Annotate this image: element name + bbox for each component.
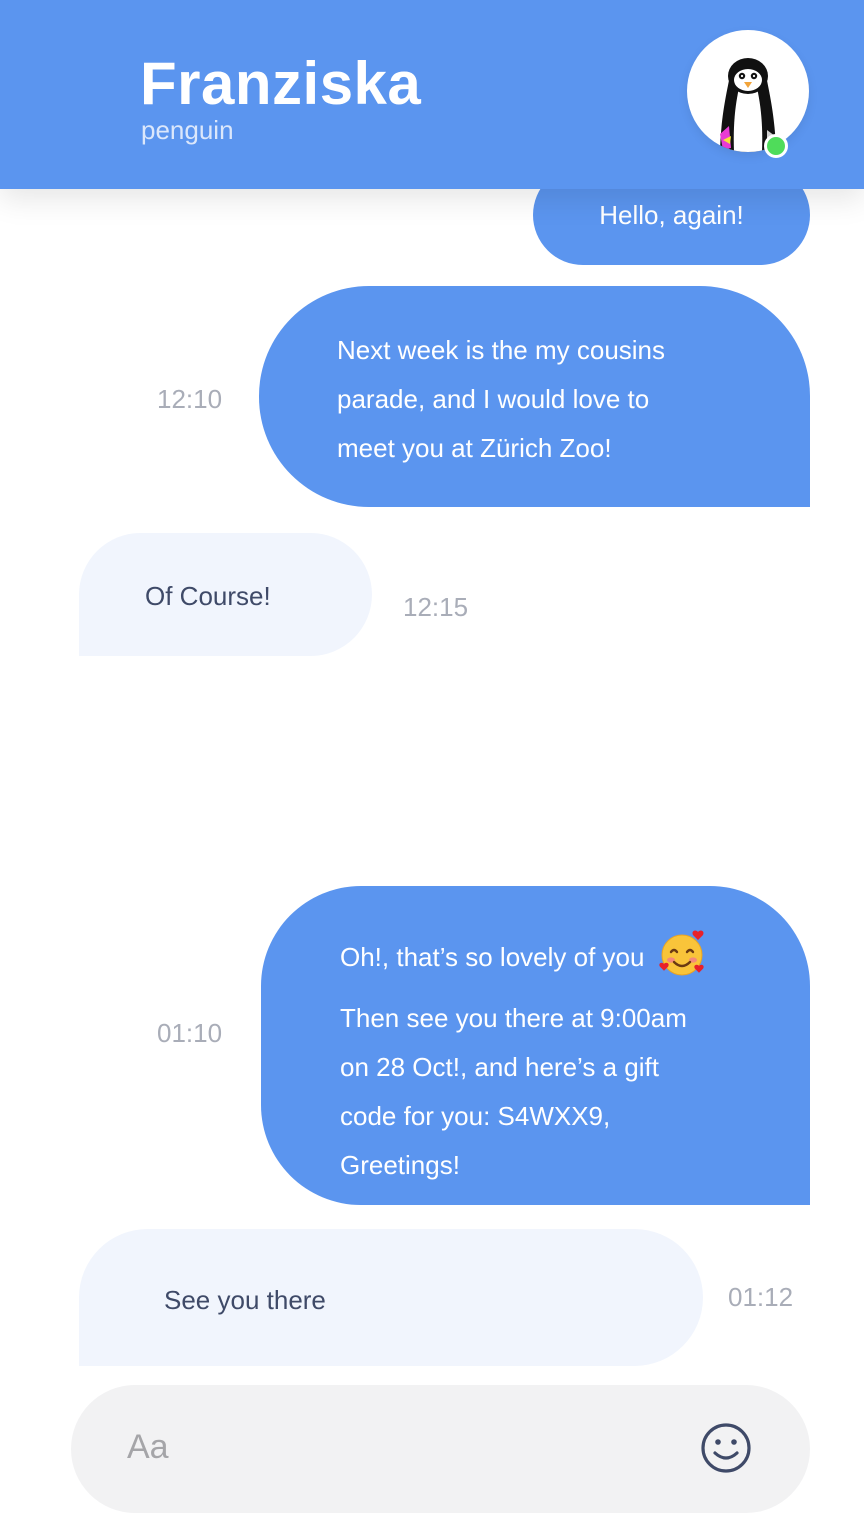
message-text-line: parade, and I would love to: [337, 384, 650, 414]
online-status-indicator: [764, 134, 788, 158]
chat-header: Franziska penguin: [0, 0, 864, 189]
message-timestamp: 12:10: [157, 384, 223, 414]
smiley-icon: [701, 1423, 751, 1473]
contact-avatar[interactable]: [687, 30, 809, 152]
chat-screen: Franziska penguin Hello, again! 12:10 Ne…: [0, 0, 864, 1532]
message-timestamp: 01:12: [728, 1282, 794, 1312]
message-text-line: Next week is the my cousins: [337, 335, 666, 365]
message-timestamp: 12:15: [403, 592, 469, 622]
penguin-avatar-icon: [720, 58, 776, 152]
message-text: See you there: [164, 1285, 326, 1315]
message-text: Of Course!: [145, 581, 271, 611]
message-text: Hello, again!: [599, 200, 744, 230]
message-text-line: Greetings!: [340, 1150, 460, 1180]
message-bubble-incoming[interactable]: See you there: [79, 1229, 703, 1366]
message-timestamp: 01:10: [157, 1018, 223, 1048]
emoji-button[interactable]: [700, 1422, 752, 1474]
contact-subtitle: penguin: [141, 115, 234, 145]
message-text-line: meet you at Zürich Zoo!: [337, 433, 612, 463]
message-text-line: on 28 Oct!, and here’s a gift: [340, 1052, 659, 1082]
message-input[interactable]: [127, 1423, 647, 1471]
smiling-face-with-hearts-icon: [658, 928, 708, 994]
contact-name: Franziska: [140, 50, 422, 117]
message-text-line: Oh!, that’s so lovely of you: [340, 942, 645, 972]
message-bubble-outgoing[interactable]: Oh!, that’s so lovely of you Then see yo…: [261, 886, 810, 1205]
message-composer: [71, 1385, 810, 1513]
message-text-line: code for you: S4WXX9,: [340, 1101, 611, 1131]
message-text-line: Then see you there at 9:00am: [340, 1003, 687, 1033]
message-bubble-outgoing[interactable]: Next week is the my cousins parade, and …: [259, 286, 810, 507]
message-bubble-incoming[interactable]: Of Course!: [79, 533, 372, 656]
